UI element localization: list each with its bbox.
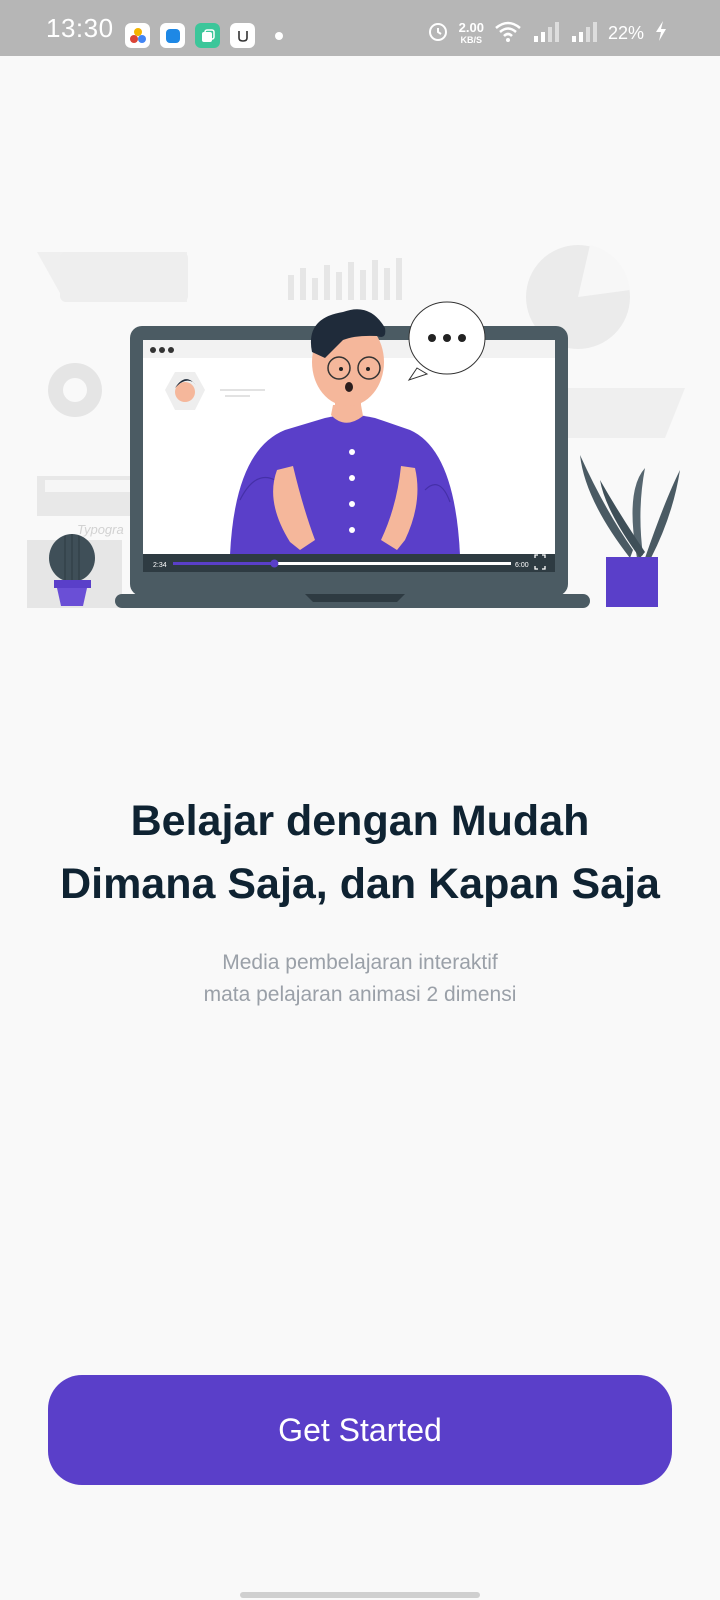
u-app-icon — [230, 23, 255, 48]
onboarding-illustration: Typogra 2:34 6:00 — [27, 245, 685, 608]
subtitle-line-2: mata pelajaran animasi 2 dimensi — [203, 983, 517, 1006]
system-status: 2.00 KB/S 22% — [427, 20, 668, 47]
status-time: 13:30 — [46, 13, 114, 43]
network-speed-value: 2.00 — [458, 19, 484, 35]
signal-icon — [570, 20, 598, 47]
video-progress-fill — [173, 562, 275, 565]
files-icon — [160, 23, 185, 48]
video-duration: 6:00 — [515, 562, 529, 569]
alarm-icon — [427, 20, 449, 47]
copy-icon — [195, 23, 220, 48]
more-notifications-dot — [275, 31, 283, 40]
potted-plant — [580, 455, 680, 607]
onboarding-title: Belajar dengan Mudah Dimana Saja, dan Ka… — [0, 790, 720, 916]
network-speed: 2.00 KB/S — [458, 19, 484, 46]
charging-icon — [654, 20, 668, 47]
notification-icons — [125, 23, 283, 48]
wifi-icon — [494, 20, 522, 47]
photos-icon — [125, 23, 150, 48]
battery-level: 22% — [607, 23, 644, 43]
subtitle-line-1: Media pembelajaran interaktif — [222, 951, 498, 974]
video-elapsed-time: 2:34 — [153, 562, 167, 569]
background-sign-text: Typogra — [77, 522, 124, 537]
video-player-controls: 2:34 6:00 — [143, 554, 555, 572]
signal-icon — [532, 20, 560, 47]
onboarding-subtitle: Media pembelajaran interaktif mata pelaj… — [0, 947, 720, 1011]
home-indicator[interactable] — [240, 1592, 480, 1598]
title-line-1: Belajar dengan Mudah — [130, 797, 590, 845]
status-bar: 13:30 2.00 KB/S 22% — [0, 0, 720, 56]
video-progress-knob — [270, 559, 279, 568]
network-speed-unit: KB/S — [460, 34, 483, 45]
title-line-2: Dimana Saja, dan Kapan Saja — [60, 860, 660, 908]
get-started-button[interactable]: Get Started — [48, 1375, 672, 1485]
